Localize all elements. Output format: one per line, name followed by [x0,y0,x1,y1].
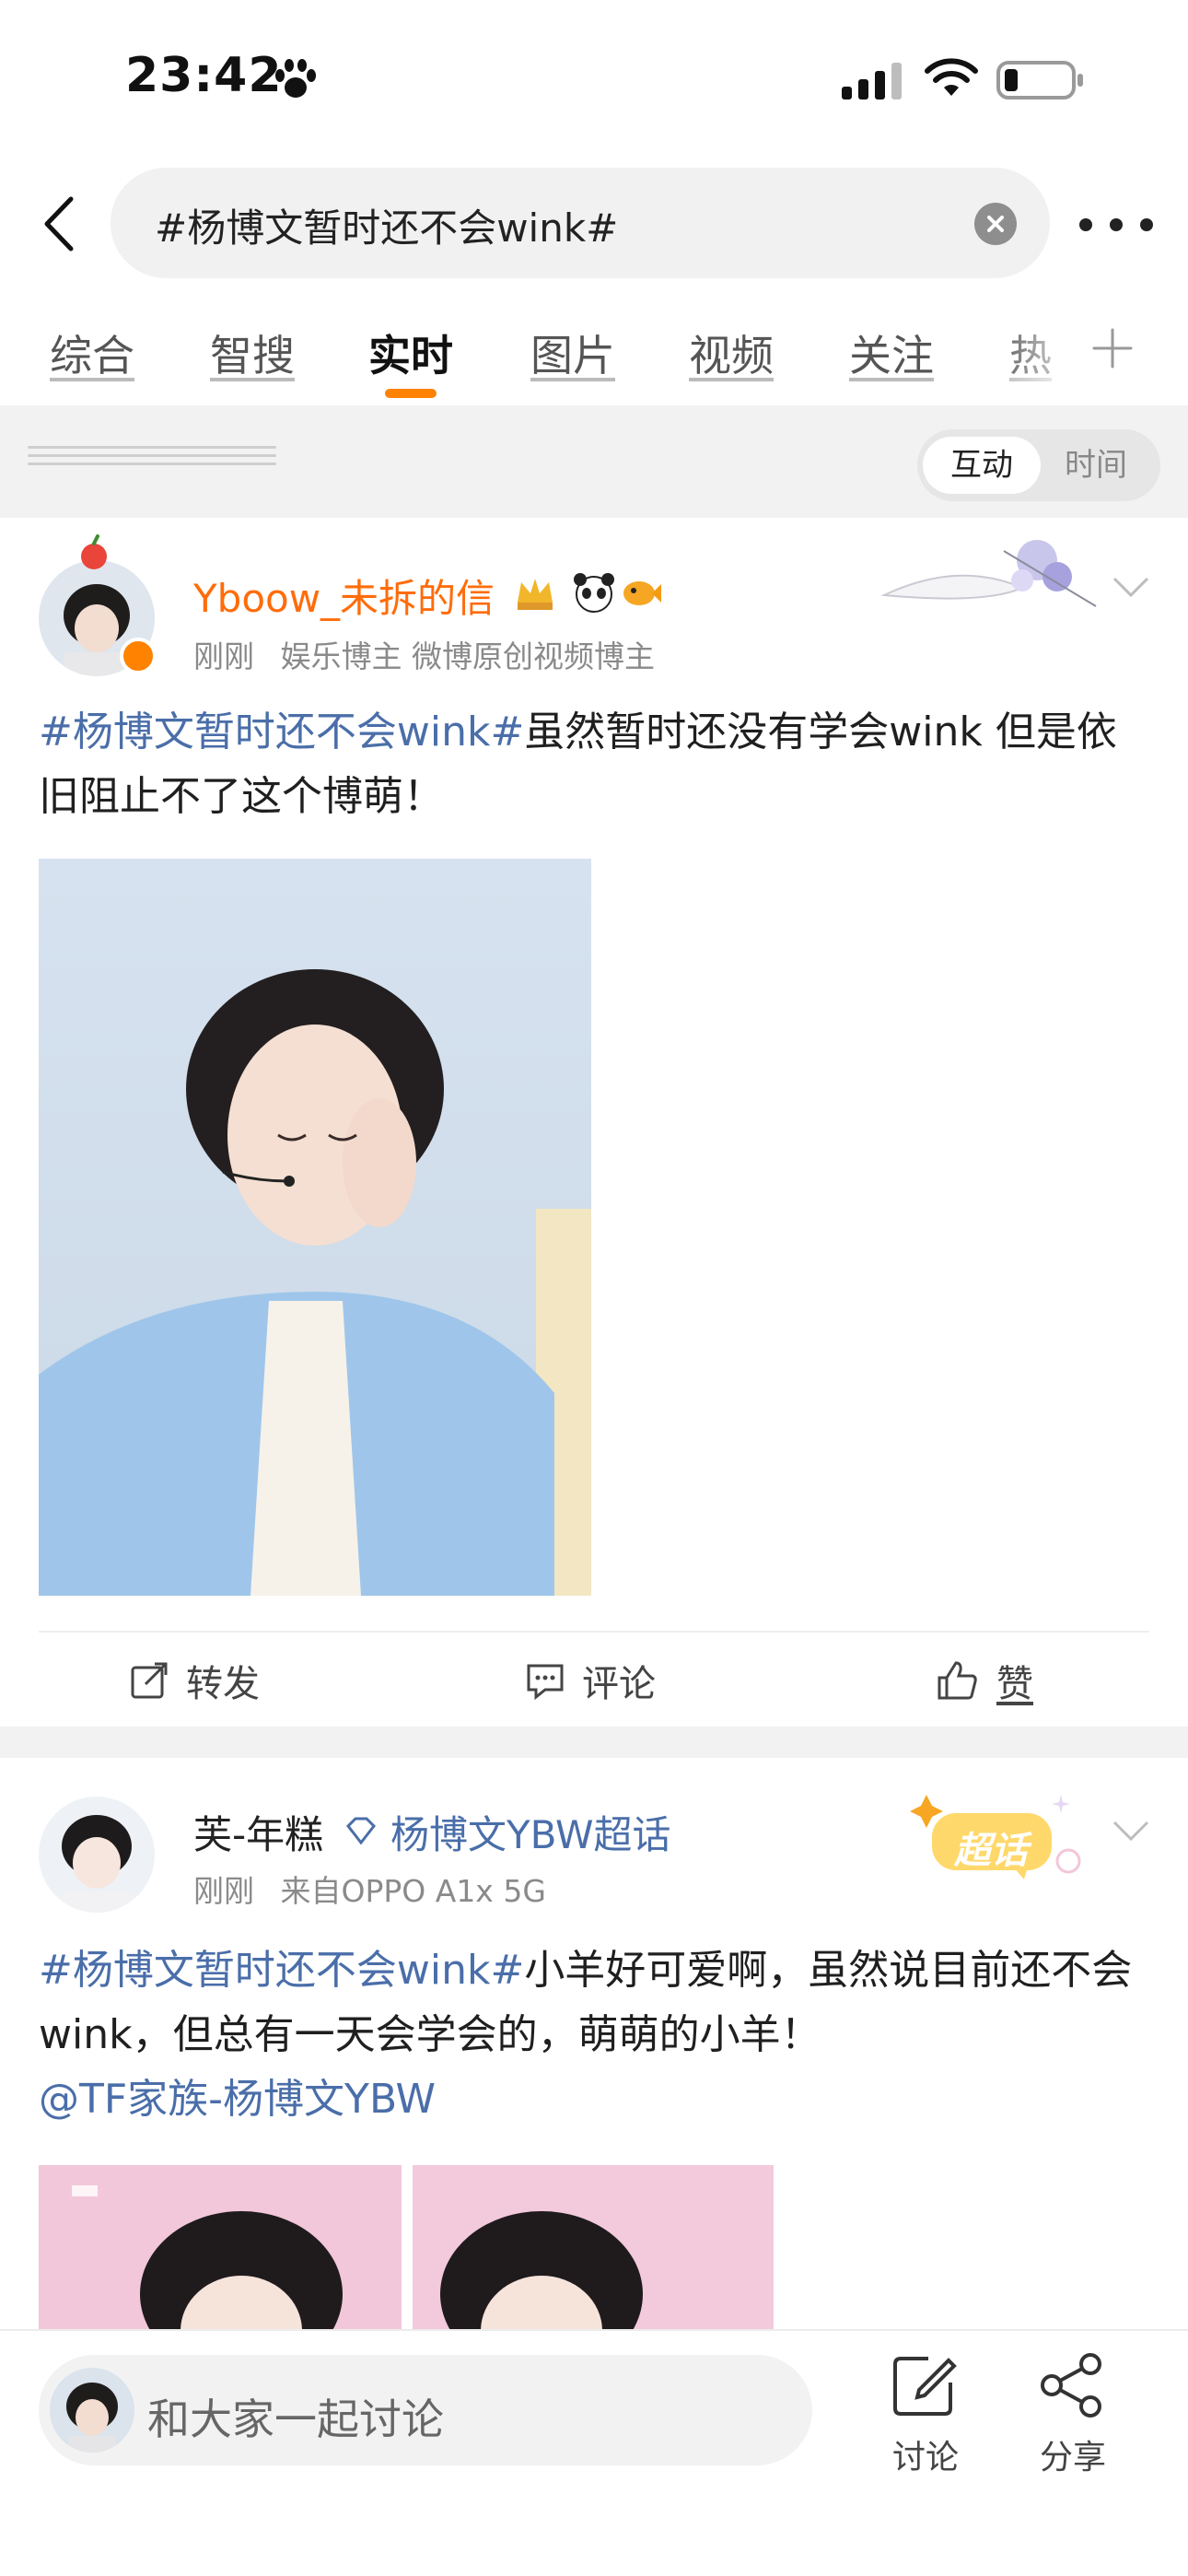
apple-icon [81,534,107,569]
repost-icon [131,1662,168,1699]
discussion-input[interactable]: 和大家一起讨论 [39,2355,812,2465]
post-divider [0,1727,1188,1758]
crown-icon [518,579,553,610]
dot-icon [1110,218,1123,231]
like-label: 赞 [996,1663,1033,1705]
tab-videos[interactable]: 视频 [689,322,774,383]
repost-button[interactable]: 转发 [129,1655,260,1706]
supertopic-badge: 超话 [904,1784,1089,1885]
hashtag-link[interactable]: #杨博文暂时还不会wink# [39,1947,524,1994]
tab-images[interactable]: 图片 [530,322,615,383]
like-button[interactable]: 赞 [936,1655,1033,1706]
avatar[interactable] [39,1797,155,1913]
post-image[interactable] [413,2165,774,2329]
post-author[interactable]: Yboow_未拆的信 [193,568,495,624]
discuss-button[interactable]: 讨论 [875,2353,976,2478]
paw-icon [275,59,316,98]
bottom-bar: 和大家一起讨论 讨论 分享 [0,2329,1188,2576]
post-image[interactable] [39,2165,402,2329]
share-button[interactable]: 分享 [1022,2353,1124,2478]
filter-bar: 互动 时间 [0,405,1188,518]
sort-toggle[interactable]: 互动 时间 [917,429,1160,501]
thumbs-up-icon [938,1661,977,1700]
post-image[interactable] [39,859,591,1596]
decoration-sticker [880,540,1097,607]
supertopic-badge-label: 超话 [954,1830,1028,1872]
active-tab-indicator [385,389,437,398]
back-button[interactable] [26,184,90,263]
post-text: #杨博文暂时还不会wink#小羊好可爱啊，虽然说目前还不会wink，但总有一天会… [39,1938,1153,2132]
dot-icon [1079,218,1092,231]
tab-realtime[interactable]: 实时 [368,322,453,383]
my-avatar [50,2368,134,2453]
diamond-icon [346,1817,376,1844]
tab-smart-search[interactable]: 智搜 [210,322,295,383]
dot-icon [1140,218,1153,231]
status-bar: 23:42 [0,0,1188,157]
wifi-icon [925,58,978,96]
supertopic-link[interactable]: 杨博文YBW超话 [390,1804,671,1860]
status-time: 23:42 [125,48,283,103]
post-meta: 刚刚 来自OPPO A1x 5G [193,1867,546,1911]
chevron-down-icon[interactable] [1111,573,1151,601]
edit-icon [893,2357,957,2416]
post-actions: 转发 评论 赞 [39,1631,1149,1727]
post-time: 刚刚 [193,638,254,674]
clear-icon[interactable] [974,203,1017,245]
chevron-left-icon [44,196,74,252]
post-text: #杨博文暂时还不会wink#虽然暂时还没有学会wink 但是依旧阻止不了这个博萌… [39,700,1153,829]
share-label: 分享 [1039,2439,1106,2476]
sort-interaction[interactable]: 互动 [923,437,1041,494]
fish-icon [623,581,661,605]
post-source: 来自OPPO A1x 5G [280,1873,546,1909]
verified-icon [120,638,157,674]
hashtag-link[interactable]: #杨博文暂时还不会wink# [39,708,524,755]
signal-icon [842,63,902,100]
author-name: 芙-年糕 [193,1812,324,1857]
share-icon [1041,2353,1101,2418]
filter-placeholder [28,446,276,474]
tabs-fade [995,313,1087,396]
search-input[interactable]: #杨博文暂时还不会wink# [111,168,1050,278]
mention-link[interactable]: @TF家族-杨博文YBW [39,2076,436,2123]
chevron-down-icon[interactable] [1111,1817,1151,1844]
post-card[interactable]: 芙-年糕 杨博文YBW超话 刚刚 来自OPPO A1x 5G 超话 #杨博文暂时… [0,1758,1188,2329]
sort-time[interactable]: 时间 [1037,437,1155,494]
comment-button[interactable]: 评论 [525,1655,656,1706]
discuss-label: 讨论 [891,2439,959,2476]
author-tags: 娱乐博主 微博原创视频博主 [280,638,656,674]
comment-label: 评论 [582,1663,656,1705]
post-time: 刚刚 [193,1873,254,1909]
comment-icon [527,1664,564,1701]
battery-icon [996,61,1083,100]
tab-following[interactable]: 关注 [849,322,934,383]
discussion-placeholder: 和大家一起讨论 [147,2395,444,2444]
tab-comprehensive[interactable]: 综合 [50,322,134,383]
search-query: #杨博文暂时还不会wink# [155,205,619,251]
repost-label: 转发 [186,1663,260,1705]
more-options-button[interactable] [1079,205,1153,245]
plus-icon[interactable] [1092,328,1133,369]
post-author[interactable]: 芙-年糕 [193,1804,323,1860]
post-card[interactable]: Yboow_未拆的信 刚刚 娱乐博主 微博原创视频博主 #杨博文暂时还不会win… [0,518,1188,1727]
post-meta: 刚刚 娱乐博主 微博原创视频博主 [193,632,655,676]
panda-icon [574,573,614,613]
